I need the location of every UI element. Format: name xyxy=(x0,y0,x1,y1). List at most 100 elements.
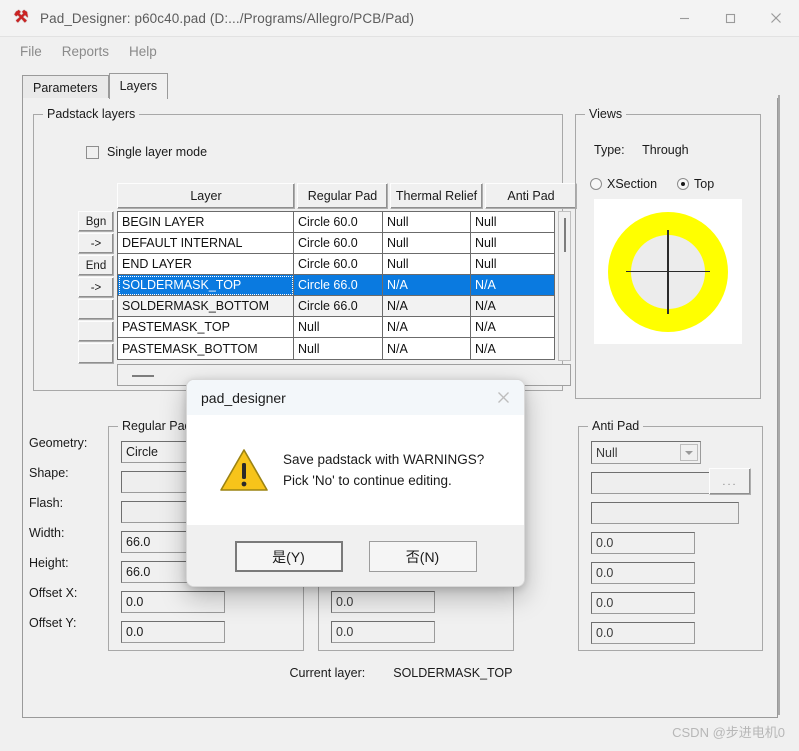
menu-item-reports[interactable]: Reports xyxy=(52,41,119,62)
table-row[interactable]: SOLDERMASK_BOTTOM Circle 66.0 N/A N/A xyxy=(118,296,554,317)
anti-pad-flash-field[interactable] xyxy=(591,502,739,524)
cell-regular-pad[interactable]: Null xyxy=(294,338,383,359)
cell-thermal-relief[interactable]: N/A xyxy=(383,275,471,296)
layer-nav-begin[interactable]: Bgn xyxy=(78,211,114,232)
table-row[interactable]: PASTEMASK_BOTTOM Null N/A N/A xyxy=(118,338,554,359)
table-row[interactable]: END LAYER Circle 60.0 Null Null xyxy=(118,254,554,275)
anti-pad-group: Anti Pad Null 0.0 0.0 0.0 0.0 ... xyxy=(578,419,763,651)
anti-pad-geometry-combo[interactable]: Null xyxy=(591,441,701,464)
layer-nav-blank-1[interactable] xyxy=(78,299,114,320)
layer-nav-blank-3[interactable] xyxy=(78,343,114,364)
cell-layer[interactable]: END LAYER xyxy=(118,254,294,275)
dialog-body: Save padstack with WARNINGS? Pick 'No' t… xyxy=(187,415,524,525)
radio-top[interactable] xyxy=(677,178,690,190)
cell-regular-pad[interactable]: Circle 60.0 xyxy=(294,254,383,275)
cell-thermal-relief[interactable]: Null xyxy=(383,233,471,254)
column-header-thermal-relief[interactable]: Thermal Relief xyxy=(390,183,483,209)
dialog-close-icon[interactable] xyxy=(488,383,518,411)
dialog-title: pad_designer xyxy=(201,389,286,406)
layer-nav-next-1[interactable]: -> xyxy=(78,233,114,254)
chevron-down-icon[interactable] xyxy=(680,444,698,461)
layer-nav-blank-2[interactable] xyxy=(78,321,114,342)
title-bar: ⚒ Pad_Designer: p60c40.pad (D:.../Progra… xyxy=(0,0,799,37)
thermal-relief-offset-y-field[interactable]: 0.0 xyxy=(331,621,435,643)
cell-anti-pad[interactable]: N/A xyxy=(471,275,554,296)
table-row-selected[interactable]: SOLDERMASK_TOP Circle 66.0 N/A N/A xyxy=(118,275,554,296)
cell-thermal-relief[interactable]: N/A xyxy=(383,338,471,359)
layer-nav-buttons: Bgn -> End -> xyxy=(78,211,114,365)
cell-layer[interactable]: SOLDERMASK_BOTTOM xyxy=(118,296,294,317)
cell-anti-pad[interactable]: N/A xyxy=(471,296,554,317)
table-row[interactable]: BEGIN LAYER Circle 60.0 Null Null xyxy=(118,212,554,233)
column-header-regular-pad[interactable]: Regular Pad xyxy=(297,183,388,209)
table-row[interactable]: DEFAULT INTERNAL Circle 60.0 Null Null xyxy=(118,233,554,254)
cell-thermal-relief[interactable]: N/A xyxy=(383,296,471,317)
current-layer-status: Current layer: SOLDERMASK_TOP xyxy=(23,666,779,680)
menu-item-help[interactable]: Help xyxy=(119,41,167,62)
single-layer-mode-label: Single layer mode xyxy=(107,145,208,159)
cell-thermal-relief[interactable]: Null xyxy=(383,254,471,275)
label-height: Height: xyxy=(29,556,69,570)
layer-nav-end[interactable]: End xyxy=(78,255,114,276)
anti-pad-offset-y-field[interactable]: 0.0 xyxy=(591,622,695,644)
scrollbar-thumb[interactable] xyxy=(132,375,154,377)
warning-triangle-icon xyxy=(219,447,269,493)
radio-xsection[interactable] xyxy=(590,178,602,190)
single-layer-mode-checkbox[interactable] xyxy=(86,145,99,159)
regular-pad-offset-x-field[interactable]: 0.0 xyxy=(121,591,225,613)
scrollbar-thumb[interactable] xyxy=(564,218,566,252)
cell-thermal-relief[interactable]: Null xyxy=(383,212,471,233)
radio-xsection-label: XSection xyxy=(607,177,658,191)
label-geometry: Geometry: xyxy=(29,436,88,450)
layer-nav-next-2[interactable]: -> xyxy=(78,277,114,298)
current-layer-label: Current layer: xyxy=(289,666,366,680)
cell-layer[interactable]: PASTEMASK_TOP xyxy=(118,317,294,338)
cell-thermal-relief[interactable]: N/A xyxy=(383,317,471,338)
cell-anti-pad[interactable]: Null xyxy=(471,254,554,275)
panel-right-edge xyxy=(778,95,780,715)
dialog-yes-button[interactable]: 是(Y) xyxy=(234,541,343,572)
tab-parameters[interactable]: Parameters xyxy=(22,75,109,99)
cell-regular-pad[interactable]: Circle 66.0 xyxy=(294,296,383,317)
dialog-message-line-2: Pick 'No' to continue editing. xyxy=(283,473,452,488)
cell-layer[interactable]: PASTEMASK_BOTTOM xyxy=(118,338,294,359)
cell-anti-pad[interactable]: Null xyxy=(471,212,554,233)
cell-layer[interactable]: DEFAULT INTERNAL xyxy=(118,233,294,254)
cell-anti-pad[interactable]: Null xyxy=(471,233,554,254)
tab-strip: Parameters Layers xyxy=(22,73,777,99)
close-button[interactable] xyxy=(753,0,799,36)
window-title: Pad_Designer: p60c40.pad (D:.../Programs… xyxy=(40,10,415,26)
anti-pad-legend: Anti Pad xyxy=(588,419,644,433)
anti-pad-offset-x-field[interactable]: 0.0 xyxy=(591,592,695,614)
thermal-relief-offset-x-field[interactable]: 0.0 xyxy=(331,591,435,613)
single-layer-mode-row[interactable]: Single layer mode xyxy=(86,145,207,159)
tab-layers[interactable]: Layers xyxy=(108,73,169,99)
views-type-label: Type: xyxy=(594,143,625,157)
cell-anti-pad[interactable]: N/A xyxy=(471,317,554,338)
current-layer-value: SOLDERMASK_TOP xyxy=(393,666,513,680)
cell-layer[interactable]: BEGIN LAYER xyxy=(118,212,294,233)
cell-regular-pad[interactable]: Circle 60.0 xyxy=(294,233,383,254)
table-row[interactable]: PASTEMASK_TOP Null N/A N/A xyxy=(118,317,554,338)
column-header-anti-pad[interactable]: Anti Pad xyxy=(485,183,577,209)
radio-top-label: Top xyxy=(694,177,715,191)
minimize-button[interactable] xyxy=(661,0,707,36)
cell-regular-pad[interactable]: Circle 60.0 xyxy=(294,212,383,233)
layer-table-vertical-scrollbar[interactable] xyxy=(558,211,571,361)
maximize-button[interactable] xyxy=(707,0,753,36)
anti-pad-height-field[interactable]: 0.0 xyxy=(591,562,695,584)
pad-designer-window: ⚒ Pad_Designer: p60c40.pad (D:.../Progra… xyxy=(0,0,799,751)
cell-regular-pad[interactable]: Circle 66.0 xyxy=(294,275,383,296)
regular-pad-offset-y-field[interactable]: 0.0 xyxy=(121,621,225,643)
dialog-no-button[interactable]: 否(N) xyxy=(368,541,477,572)
cell-layer[interactable]: SOLDERMASK_TOP xyxy=(118,275,294,296)
anti-pad-width-field[interactable]: 0.0 xyxy=(591,532,695,554)
menu-item-file[interactable]: File xyxy=(10,41,52,62)
pad-preview xyxy=(594,199,742,344)
anti-pad-browse-button[interactable]: ... xyxy=(709,468,751,495)
crosshair-vertical-icon xyxy=(667,229,669,314)
label-offset-y: Offset Y: xyxy=(29,616,77,630)
cell-anti-pad[interactable]: N/A xyxy=(471,338,554,359)
cell-regular-pad[interactable]: Null xyxy=(294,317,383,338)
column-header-layer[interactable]: Layer xyxy=(117,183,295,209)
